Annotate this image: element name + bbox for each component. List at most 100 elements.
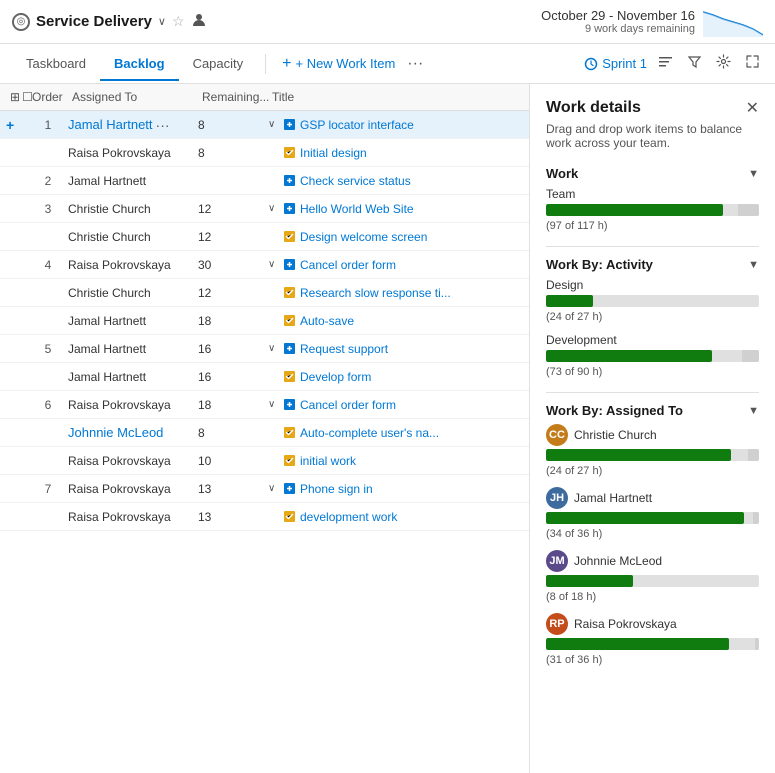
team-bar-overflow — [738, 204, 759, 216]
development-bar-fill — [546, 350, 712, 362]
row-remaining: 13 — [198, 482, 268, 496]
row-title-text[interactable]: Initial design — [300, 146, 367, 160]
work-days-remaining: 9 work days remaining — [541, 23, 695, 35]
feature-icon — [282, 482, 296, 496]
assigned-name[interactable]: Jamal Hartnett — [68, 370, 146, 384]
right-panel: Work details ✕ Drag and drop work items … — [530, 84, 775, 773]
rp-bar-overflow — [755, 638, 759, 650]
table-row: Raisa Pokrovskaya 8 Initial design — [0, 139, 529, 167]
main-content: ⊞ ☐ Order Assigned To Remaining... Title… — [0, 84, 775, 773]
assigned-name[interactable]: Raisa Pokrovskaya — [68, 482, 171, 496]
assigned-to-link[interactable]: Johnnie McLeod — [68, 425, 163, 440]
expand-row-icon[interactable]: ∨ — [268, 343, 278, 354]
tab-taskboard[interactable]: Taskboard — [12, 48, 100, 81]
settings-icon[interactable] — [713, 51, 734, 76]
assigned-collapse-icon[interactable]: ▼ — [748, 405, 759, 417]
chevron-down-icon[interactable]: ∨ — [158, 15, 166, 28]
row-more-btn[interactable]: ··· — [156, 117, 170, 133]
row-remaining: 8 — [198, 146, 268, 160]
assigned-name[interactable]: Raisa Pokrovskaya — [68, 146, 171, 160]
row-remaining: 18 — [198, 398, 268, 412]
view-options-icon[interactable] — [655, 51, 676, 76]
team-label: Team — [546, 187, 759, 201]
row-title-text[interactable]: development work — [300, 510, 397, 524]
panel-title: Work details — [546, 99, 641, 117]
feature-icon — [282, 174, 296, 188]
row-title-cell: ∨ Check service status — [268, 174, 523, 188]
sprint-selector[interactable]: Sprint 1 — [584, 56, 647, 71]
row-title-text[interactable]: Cancel order form — [300, 398, 396, 412]
team-members-icon[interactable] — [191, 12, 207, 31]
row-title-text[interactable]: Auto-save — [300, 314, 354, 328]
row-title-text[interactable]: Hello World Web Site — [300, 202, 414, 216]
jm-bar-container — [546, 575, 759, 587]
feature-icon — [282, 258, 296, 272]
more-options-icon[interactable]: ··· — [403, 51, 427, 77]
jh-bar-label: (34 of 36 h) — [546, 528, 759, 540]
row-order: 6 — [28, 398, 68, 412]
development-bar-container — [546, 350, 759, 362]
panel-subtitle: Drag and drop work items to balance work… — [546, 122, 759, 150]
assigned-name[interactable]: Jamal Hartnett — [68, 314, 146, 328]
expand-row-icon[interactable]: ∨ — [268, 483, 278, 494]
row-title-text[interactable]: Cancel order form — [300, 258, 396, 272]
row-title-text[interactable]: Request support — [300, 342, 388, 356]
row-title-text[interactable]: Develop form — [300, 370, 371, 384]
assigned-name[interactable]: Christie Church — [68, 202, 151, 216]
assigned-name[interactable]: Jamal Hartnett — [68, 342, 146, 356]
col-actions: ⊞ ☐ — [6, 88, 28, 106]
development-bar-overflow — [742, 350, 759, 362]
row-title-cell: Design welcome screen — [268, 230, 523, 244]
assigned-name[interactable]: Raisa Pokrovskaya — [68, 398, 171, 412]
filter-icon[interactable] — [684, 51, 705, 76]
row-title-text[interactable]: GSP locator interface — [300, 118, 414, 132]
cc-bar-label: (24 of 27 h) — [546, 465, 759, 477]
row-title-text[interactable]: Auto-complete user's na... — [300, 426, 439, 440]
assigned-name[interactable]: Christie Church — [68, 286, 151, 300]
person-row: CC Christie Church — [546, 424, 759, 446]
fullscreen-icon[interactable] — [742, 51, 763, 76]
row-title-text[interactable]: Research slow response ti... — [300, 286, 451, 300]
tab-capacity[interactable]: Capacity — [179, 48, 258, 81]
row-title-text[interactable]: Check service status — [300, 174, 411, 188]
add-col-icon[interactable]: ⊞ — [10, 90, 20, 104]
expand-row-icon[interactable]: ∨ — [268, 399, 278, 410]
new-work-item-button[interactable]: + + New Work Item — [274, 51, 403, 77]
row-order: 1 — [28, 118, 68, 132]
assigned-name[interactable]: Jamal Hartnett — [68, 174, 146, 188]
nav-right: Sprint 1 — [584, 51, 763, 76]
assigned-to-link[interactable]: Jamal Hartnett — [68, 117, 153, 132]
jm-bar-label: (8 of 18 h) — [546, 591, 759, 603]
star-icon[interactable]: ☆ — [172, 13, 185, 30]
row-add-btn[interactable]: + — [6, 117, 28, 133]
table-row: Johnnie McLeod 8 Auto-complete user's na… — [0, 419, 529, 447]
row-assigned-cell: Jamal Hartnett ··· — [68, 117, 198, 133]
expand-row-icon[interactable]: ∨ — [268, 119, 278, 130]
date-range-text: October 29 - November 16 — [541, 8, 695, 23]
feature-icon — [282, 202, 296, 216]
row-remaining: 10 — [198, 454, 268, 468]
row-title-text[interactable]: Design welcome screen — [300, 230, 427, 244]
close-panel-button[interactable]: ✕ — [746, 98, 759, 118]
assigned-name[interactable]: Raisa Pokrovskaya — [68, 510, 171, 524]
row-title-cell: ∨ GSP locator interface — [268, 118, 523, 132]
person-johnnie: JM Johnnie McLeod (8 of 18 h) — [546, 550, 759, 603]
row-title-text[interactable]: initial work — [300, 454, 356, 468]
expand-row-icon[interactable]: ∨ — [268, 203, 278, 214]
design-bar-fill — [546, 295, 593, 307]
assigned-name[interactable]: Christie Church — [68, 230, 151, 244]
assigned-name[interactable]: Raisa Pokrovskaya — [68, 454, 171, 468]
work-collapse-icon[interactable]: ▼ — [748, 168, 759, 180]
row-title-cell: ∨ Request support — [268, 342, 523, 356]
table-header: ⊞ ☐ Order Assigned To Remaining... Title — [0, 84, 529, 111]
assigned-name[interactable]: Raisa Pokrovskaya — [68, 258, 171, 272]
person-row: JM Johnnie McLeod — [546, 550, 759, 572]
activity-collapse-icon[interactable]: ▼ — [748, 259, 759, 271]
person-name-rp: Raisa Pokrovskaya — [574, 617, 677, 631]
row-title-text[interactable]: Phone sign in — [300, 482, 373, 496]
tab-backlog[interactable]: Backlog — [100, 48, 179, 81]
section-divider-2 — [546, 392, 759, 393]
task-icon — [282, 146, 296, 160]
expand-row-icon[interactable]: ∨ — [268, 259, 278, 270]
row-title-cell: ∨ Hello World Web Site — [268, 202, 523, 216]
